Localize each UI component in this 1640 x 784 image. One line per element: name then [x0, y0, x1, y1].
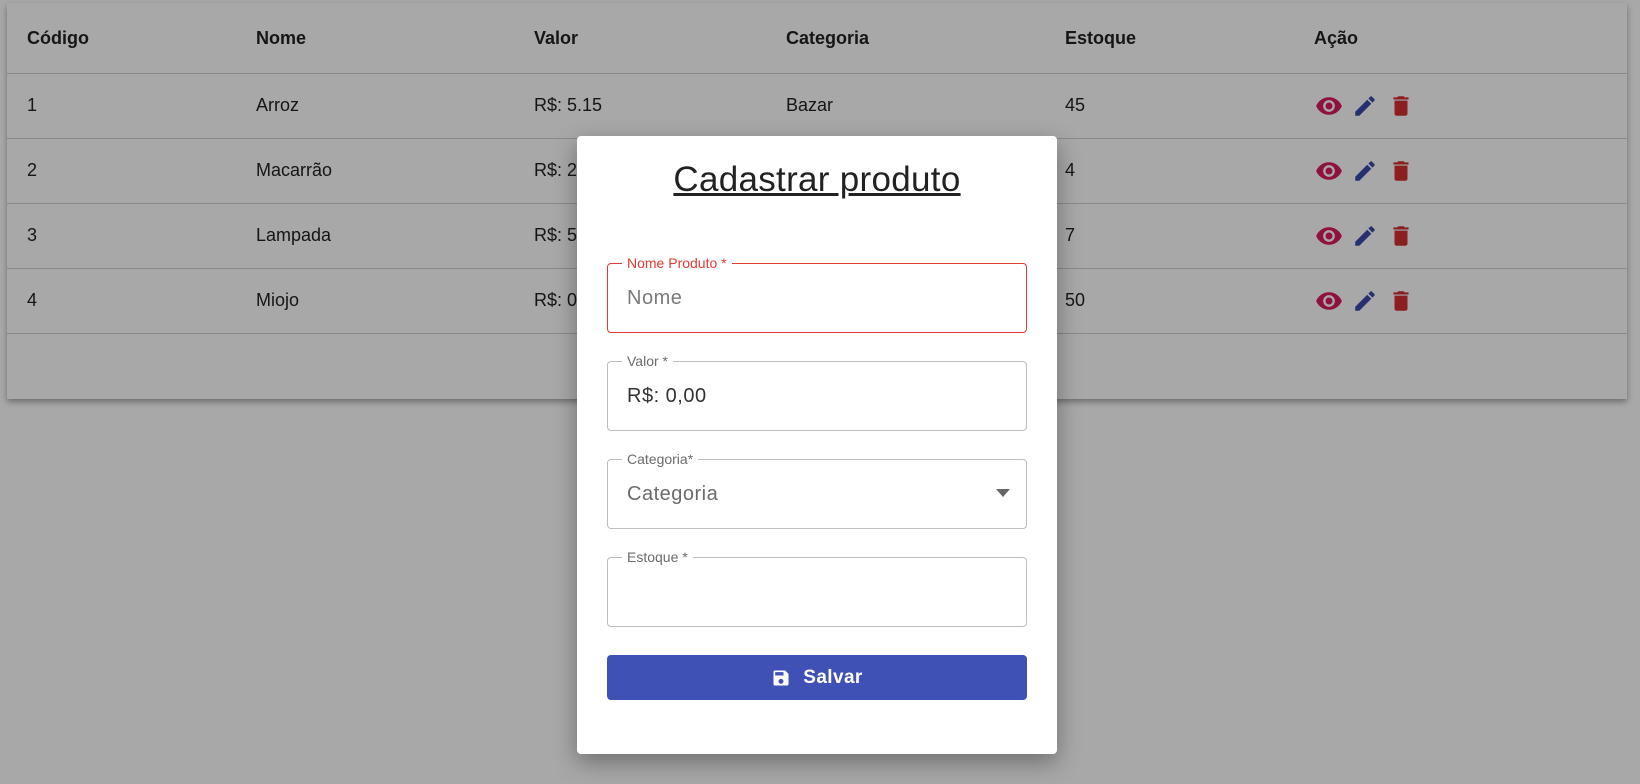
register-product-dialog: Cadastrar produto Nome Produto * Valor *…: [577, 136, 1057, 754]
stock-field: Estoque *: [607, 548, 1027, 627]
stock-input[interactable]: [627, 558, 1007, 626]
floppy-disk-icon: [773, 670, 789, 685]
product-name-field: Nome Produto *: [607, 254, 1027, 333]
dialog-title: Cadastrar produto: [673, 160, 961, 199]
category-select[interactable]: Categoria* Categoria: [607, 450, 1027, 529]
price-input[interactable]: [627, 362, 1007, 430]
chevron-down-icon: [996, 489, 1010, 497]
price-field: Valor *: [607, 352, 1027, 431]
save-button-label: Salvar: [803, 666, 863, 688]
save-button[interactable]: Salvar: [607, 655, 1027, 700]
category-selected-value: Categoria: [627, 482, 719, 505]
product-name-input[interactable]: [627, 264, 1007, 332]
